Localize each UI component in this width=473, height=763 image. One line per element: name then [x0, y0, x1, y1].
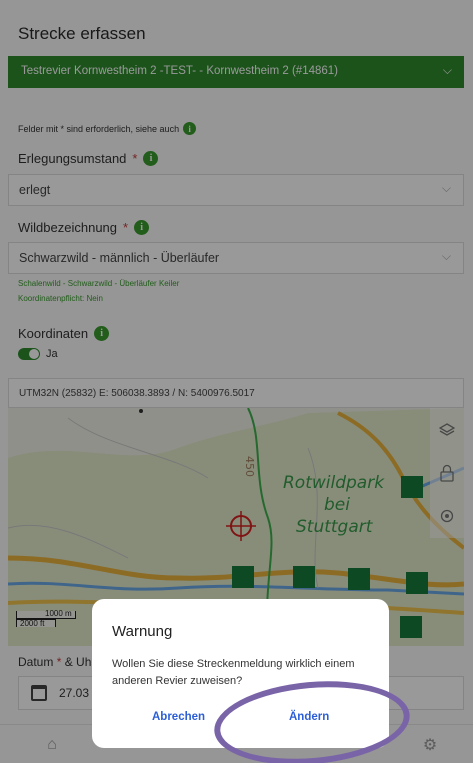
cancel-button[interactable]: Abrechen	[152, 711, 205, 723]
dialog-title: Warnung	[112, 623, 173, 640]
